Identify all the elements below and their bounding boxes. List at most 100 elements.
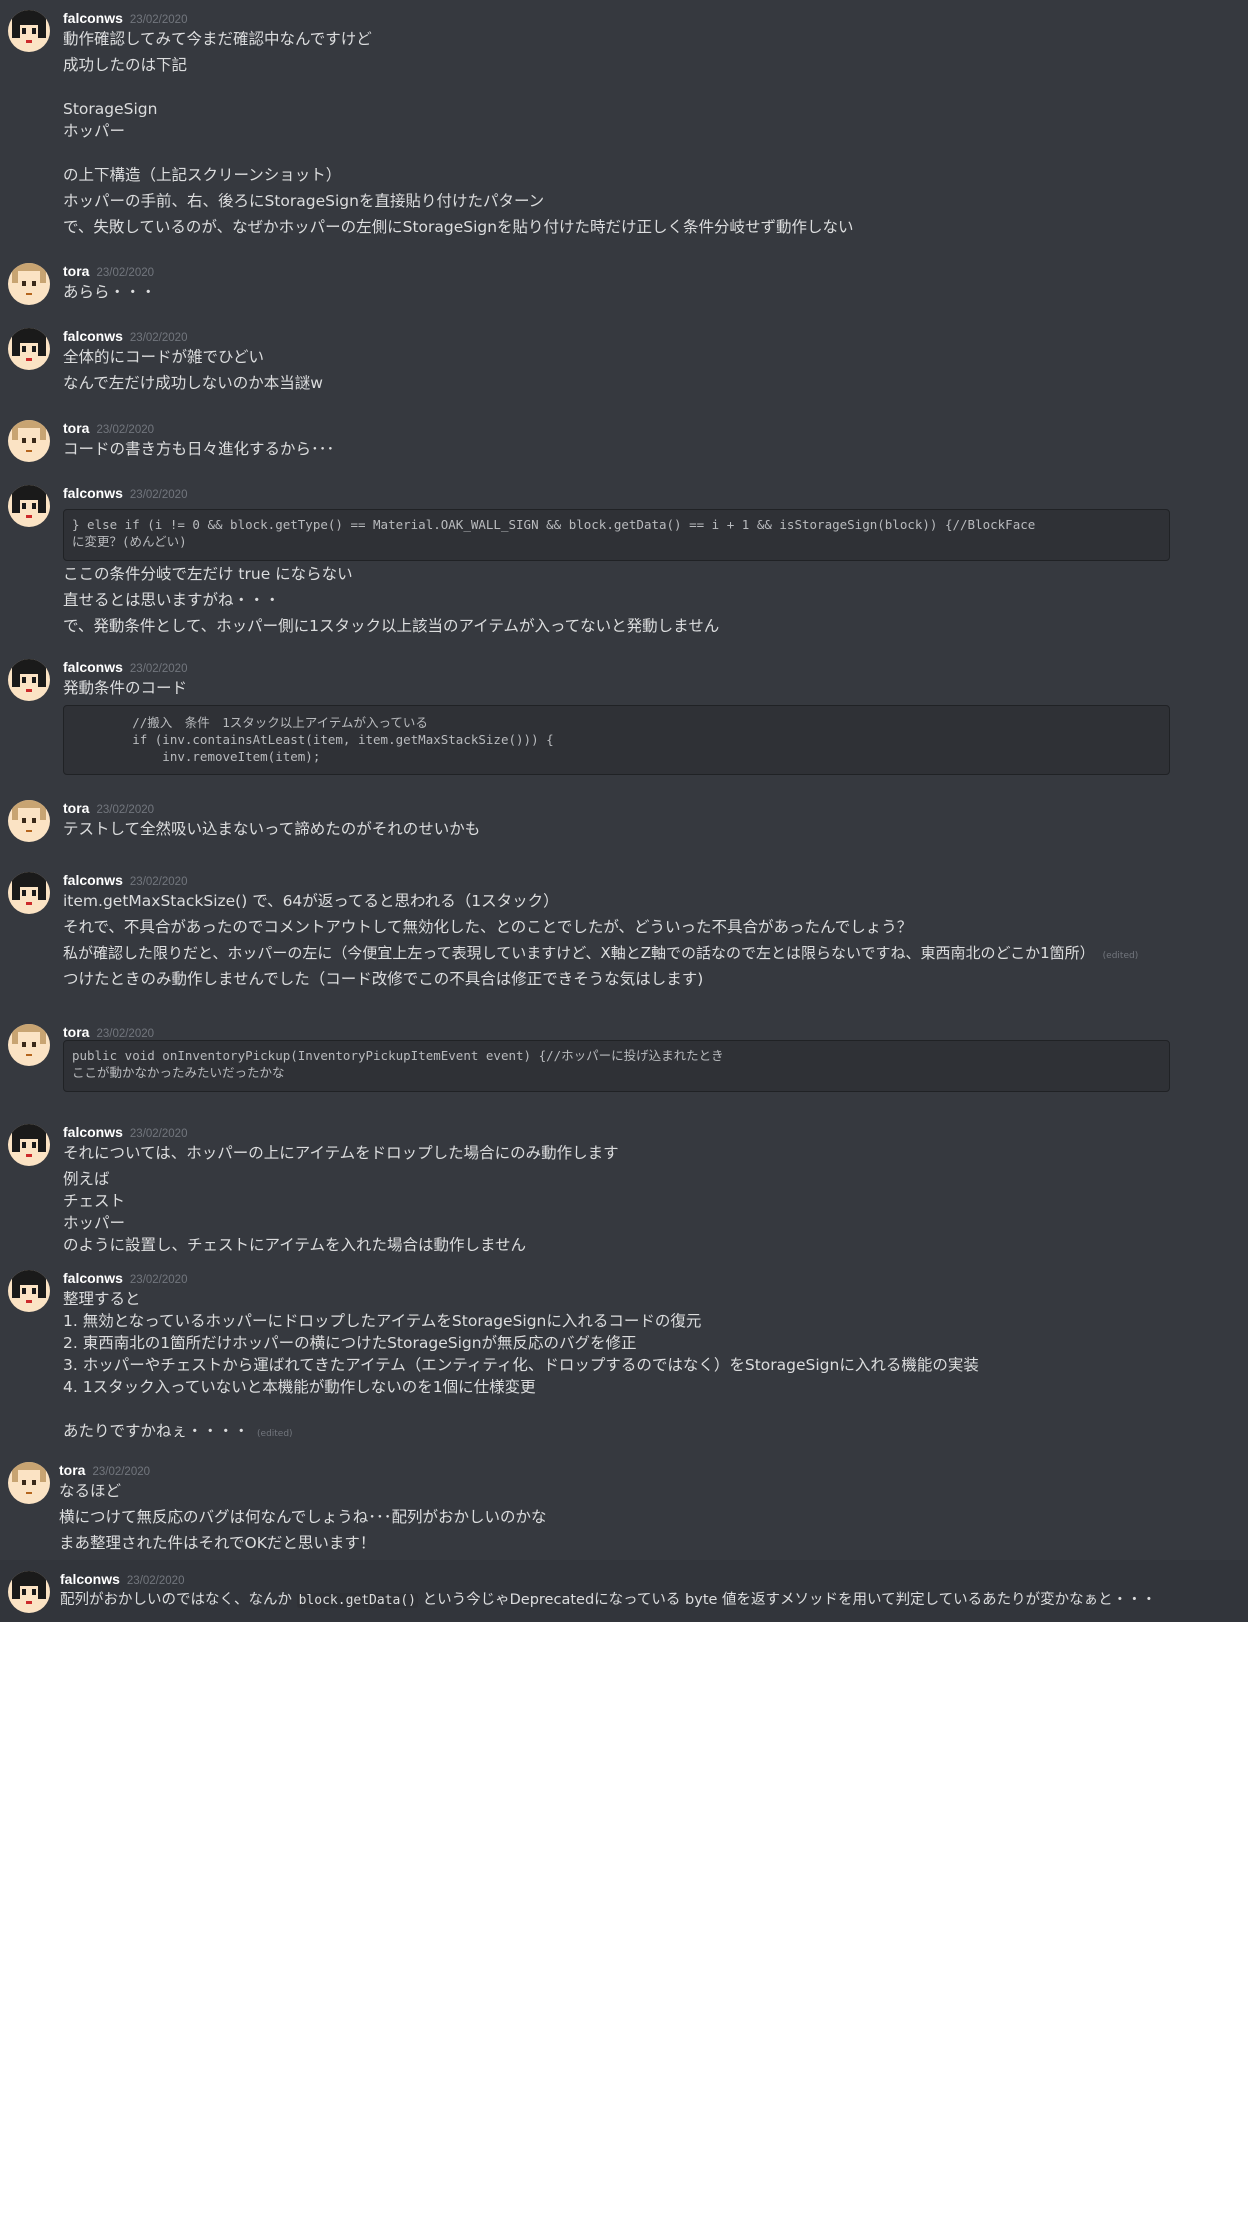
timestamp: 23/02/2020 <box>96 1028 155 1040</box>
avatar-image <box>8 659 50 701</box>
message-text-content: あたりですかねぇ・・・・ <box>63 1422 250 1440</box>
timestamp: 23/02/2020 <box>129 332 188 344</box>
message-text: あたりですかねぇ・・・・ (edited) <box>63 1420 293 1442</box>
message-text: テストして全然吸い込まないって諦めたのがそれのせいかも <box>63 820 481 838</box>
message-text: チェスト <box>63 1192 126 1210</box>
timestamp: 23/02/2020 <box>129 876 188 888</box>
username[interactable]: tora <box>63 800 89 816</box>
avatar-tora[interactable] <box>8 263 50 305</box>
avatar-image <box>8 1124 50 1166</box>
message-text: 動作確認してみて今まだ確認中なんですけど <box>63 30 372 48</box>
message-text: 2. 東西南北の1箇所だけホッパーの横につけたStorageSignが無反応のバ… <box>63 1334 637 1352</box>
message-text: なるほど <box>59 1482 122 1500</box>
message-text: で、発動条件として、ホッパー側に1スタック以上該当のアイテムが入ってないと発動し… <box>63 617 720 635</box>
code-line: public void onInventoryPickup(InventoryP… <box>72 1048 724 1063</box>
code-line: ここが動かなかったみたいだったかな <box>72 1065 285 1080</box>
avatar-image <box>8 1024 50 1066</box>
avatar-falconws[interactable] <box>8 1571 50 1613</box>
code-line: if (inv.containsAtLeast(item, item.getMa… <box>72 732 554 747</box>
message-text: 成功したのは下記 <box>63 56 188 74</box>
message-text: コードの書き方も日々進化するから･･･ <box>63 440 335 458</box>
message-text: の上下構造（上記スクリーンショット） <box>63 166 342 184</box>
username[interactable]: falconws <box>63 872 123 888</box>
timestamp: 23/02/2020 <box>129 489 188 501</box>
username[interactable]: falconws <box>63 1270 123 1286</box>
chat-log: falconws 23/02/2020 動作確認してみて今まだ確認中なんですけど … <box>0 0 1248 1622</box>
message-text: それで、不具合があったのでコメントアウトして無効化した、とのことでしたが、どうい… <box>63 918 913 936</box>
avatar-image <box>8 1270 50 1312</box>
username[interactable]: falconws <box>63 328 123 344</box>
timestamp: 23/02/2020 <box>96 804 155 816</box>
message-text: あらら・・・ <box>63 283 157 301</box>
code-block: //搬入 条件 1スタック以上アイテムが入っている if (inv.contai… <box>63 705 1170 775</box>
avatar-falconws[interactable] <box>8 485 50 527</box>
message-text: のように設置し、チェストにアイテムを入れた場合は動作しません <box>63 1236 526 1254</box>
avatar-falconws[interactable] <box>8 872 50 914</box>
avatar-falconws[interactable] <box>8 10 50 52</box>
message-text: ホッパーの手前、右、後ろにStorageSignを直接貼り付けたパターン <box>63 192 545 210</box>
username[interactable]: falconws <box>63 1124 123 1140</box>
message-text: なんで左だけ成功しないのか本当謎w <box>63 374 323 392</box>
avatar-tora[interactable] <box>8 1462 50 1504</box>
avatar-falconws[interactable] <box>8 1270 50 1312</box>
code-block: } else if (i != 0 && block.getType() == … <box>63 509 1170 561</box>
timestamp: 23/02/2020 <box>129 14 188 26</box>
avatar-falconws[interactable] <box>8 328 50 370</box>
message-text-content: 配列がおかしいのではなく、なんか <box>60 1592 297 1608</box>
edited-label: (edited) <box>1102 951 1139 961</box>
message-text: 横につけて無反応のバグは何なんでしょうね･･･配列がおかしいのかな <box>59 1508 547 1526</box>
avatar-falconws[interactable] <box>8 1124 50 1166</box>
username[interactable]: tora <box>63 263 89 279</box>
message-text: つけたときのみ動作しませんでした（コード改修でこの不具合は修正できそうな気はしま… <box>63 970 704 988</box>
message-text: 3. ホッパーやチェストから運ばれてきたアイテム（エンティティ化、ドロップするの… <box>63 1356 979 1374</box>
message-text-content: という今じゃDeprecatedになっている byte 値を返すメソッドを用いて… <box>418 1592 1157 1608</box>
message-text: まあ整理された件はそれでOKだと思います！ <box>59 1534 376 1552</box>
message-text: 私が確認した限りだと、ホッパーの左に（今便宜上左って表現していますけど、X軸とZ… <box>63 942 1138 964</box>
username[interactable]: falconws <box>63 485 123 501</box>
code-line: //搬入 条件 1スタック以上アイテムが入っている <box>72 715 428 730</box>
avatar-image <box>8 1462 50 1504</box>
avatar-falconws[interactable] <box>8 659 50 701</box>
timestamp: 23/02/2020 <box>129 663 188 675</box>
timestamp: 23/02/2020 <box>129 1128 188 1140</box>
username[interactable]: falconws <box>60 1571 120 1587</box>
avatar-tora[interactable] <box>8 800 50 842</box>
message-text: ここの条件分岐で左だけ true にならない <box>63 565 353 583</box>
avatar-image <box>8 800 50 842</box>
message-text: 全体的にコードが雑でひどい <box>63 348 265 366</box>
timestamp: 23/02/2020 <box>96 267 155 279</box>
message-text: 整理すると <box>63 1290 141 1308</box>
avatar-image <box>8 872 50 914</box>
message-text: StorageSign <box>63 100 158 118</box>
avatar-image <box>8 1571 50 1613</box>
code-block: public void onInventoryPickup(InventoryP… <box>63 1040 1170 1092</box>
code-line: inv.removeItem(item); <box>72 749 321 764</box>
message-text: で、失敗しているのが、なぜかホッパーの左側にStorageSignを貼り付けた時… <box>63 218 854 236</box>
edited-label: (edited) <box>257 1429 293 1439</box>
message-text: 4. 1スタック入っていないと本機能が動作しないのを1個に仕様変更 <box>63 1378 536 1396</box>
message-text-content: 私が確認した限りだと、ホッパーの左に（今便宜上左って表現していますけど、X軸とZ… <box>63 944 1095 962</box>
inline-code: block.getData() <box>296 1593 419 1608</box>
username[interactable]: falconws <box>63 659 123 675</box>
timestamp: 23/02/2020 <box>129 1274 188 1286</box>
username[interactable]: tora <box>63 420 89 436</box>
timestamp: 23/02/2020 <box>92 1466 151 1478</box>
username[interactable]: tora <box>63 1024 89 1040</box>
message-text: 例えば <box>63 1170 110 1188</box>
code-line: } else if (i != 0 && block.getType() == … <box>72 517 1036 532</box>
message-text: 直せるとは思いますがね・・・ <box>63 591 281 609</box>
avatar-tora[interactable] <box>8 1024 50 1066</box>
avatar-image <box>8 420 50 462</box>
timestamp: 23/02/2020 <box>96 424 155 436</box>
avatar-image <box>8 328 50 370</box>
message-text: それについては、ホッパーの上にアイテムをドロップした場合にのみ動作します <box>63 1144 619 1162</box>
message-text: ホッパー <box>63 1214 126 1232</box>
avatar-image <box>8 485 50 527</box>
username[interactable]: falconws <box>63 10 123 26</box>
message-text: 1. 無効となっているホッパーにドロップしたアイテムをStorageSignに入… <box>63 1312 702 1330</box>
username[interactable]: tora <box>59 1462 85 1478</box>
avatar-image <box>8 263 50 305</box>
message-text: 配列がおかしいのではなく、なんか block.getData() という今じゃD… <box>60 1589 1156 1611</box>
avatar-tora[interactable] <box>8 420 50 462</box>
message-text: 発動条件のコード <box>63 679 188 697</box>
